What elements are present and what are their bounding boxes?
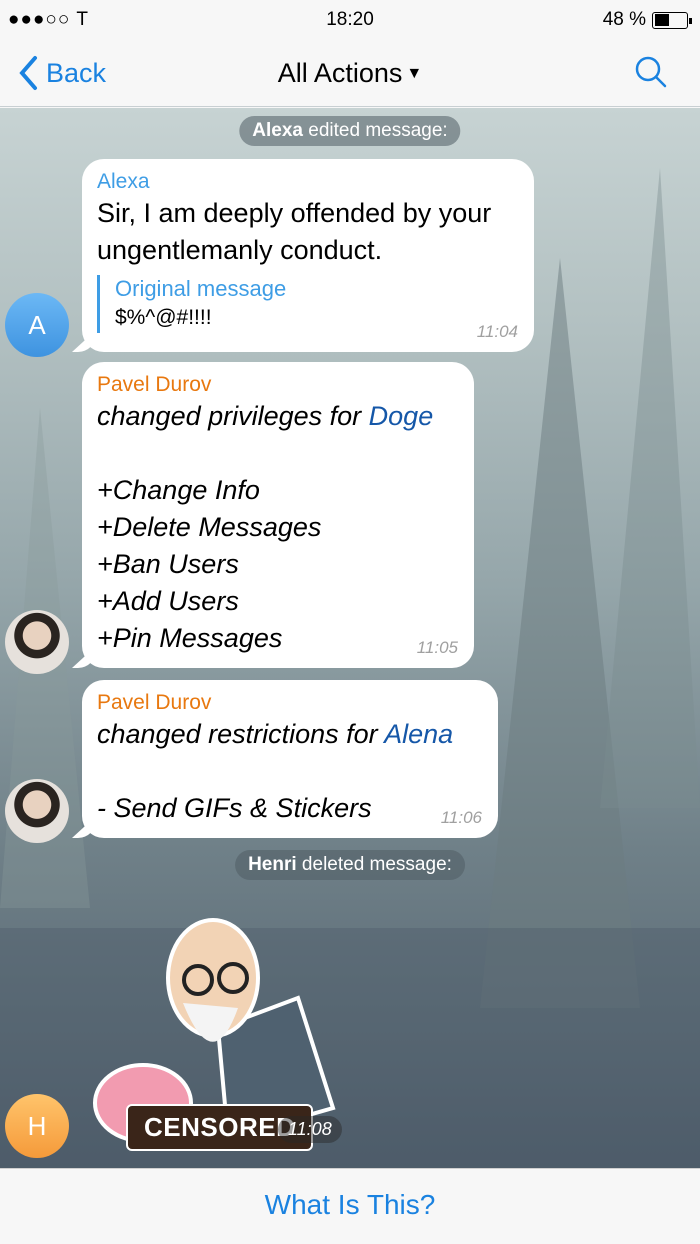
what-is-this-button[interactable]: What Is This? [0,1168,700,1244]
message-time: 11:08 [278,1116,342,1143]
message-text: changed privileges for Doge +Change Info… [97,401,434,653]
original-message-quote: Original message $%^@#!!!! [97,275,519,333]
battery-icon [652,11,692,29]
message-text: changed restrictions for Alena - Send GI… [97,719,454,823]
message-time: 11:05 [416,638,458,657]
page-title: All Actions [277,58,403,88]
sticker[interactable]: CENSORED 11:08 [88,908,348,1158]
avatar[interactable]: H [5,1094,69,1158]
sender-name[interactable]: Alexa [97,169,519,195]
status-bar: ●●●○○ T 18:20 48 % [0,0,700,45]
user-link[interactable]: Alena [384,719,453,749]
message-text: Sir, I am deeply offended by your ungentl… [97,198,492,265]
triangle-down-icon: ▼ [406,65,423,82]
user-link[interactable]: Doge [369,401,434,431]
message-time: 11:04 [476,322,518,341]
avatar[interactable]: A [5,293,69,357]
battery-percent: 48 % [602,9,646,30]
avatar[interactable] [5,779,69,843]
nav-bar: Back All Actions ▼ [0,45,700,107]
message-time: 11:06 [440,808,482,827]
what-is-this-label: What Is This? [264,1189,436,1220]
search-button[interactable] [634,55,668,94]
message-bubble[interactable]: Pavel Durov changed restrictions for Ale… [82,680,498,838]
search-icon [635,56,667,88]
sender-name[interactable]: Pavel Durov [97,372,459,398]
message-bubble[interactable]: Alexa Sir, I am deeply offended by your u… [82,159,534,352]
chat-area[interactable]: Alexa edited message: Alexa Sir, I am de… [0,108,700,1168]
message-bubble[interactable]: Pavel Durov changed privileges for Doge … [82,362,474,668]
clock: 18:20 [326,9,374,30]
sender-name[interactable]: Pavel Durov [97,690,483,716]
service-message: Henri deleted message: [235,850,465,880]
service-message: Alexa edited message: [239,116,461,146]
avatar[interactable] [5,610,69,674]
filter-dropdown[interactable]: All Actions ▼ [0,58,700,89]
